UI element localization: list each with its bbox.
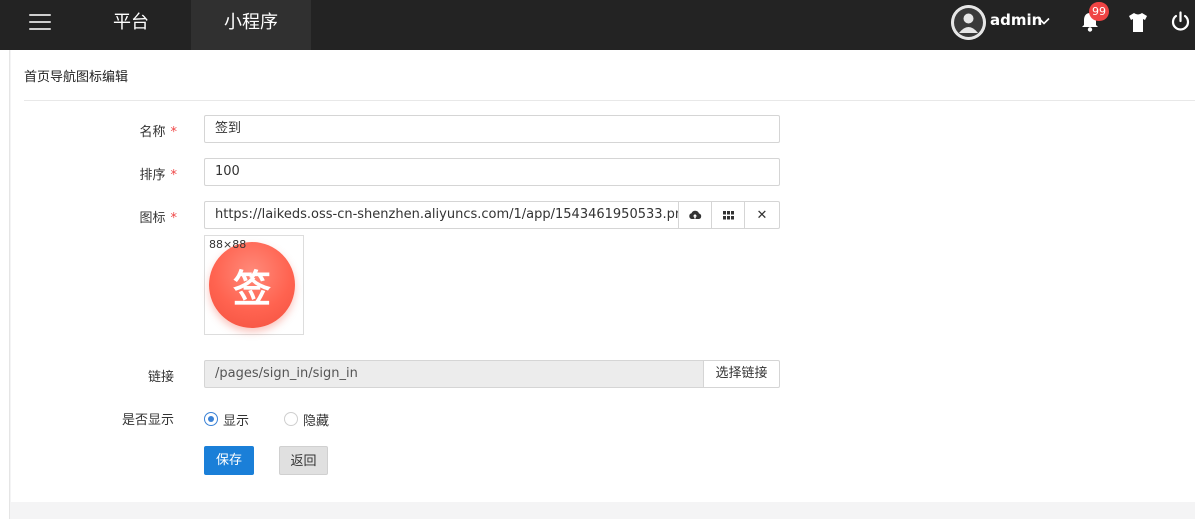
preview-glyph: 签 [232, 266, 271, 311]
sign-in-icon: 签 [209, 242, 295, 328]
hamburger-menu-icon[interactable] [29, 14, 51, 32]
notification-badge: 99 [1089, 2, 1109, 21]
top-navbar: 平台 小程序 admin 99 [0, 0, 1195, 50]
required-mark: * [170, 168, 178, 183]
page-title: 首页导航图标编辑 [24, 70, 129, 85]
cloud-upload-icon[interactable] [678, 201, 712, 229]
preview-size-label: 88×88 [209, 238, 247, 251]
save-button[interactable]: 保存 [204, 446, 254, 475]
icon-url-input[interactable]: https://laikeds.oss-cn-shenzhen.aliyuncs… [204, 201, 678, 229]
radio-show[interactable]: 显示 [204, 410, 250, 429]
icon-preview: 签 88×88 [204, 235, 304, 335]
icon-label: 图标 * [139, 211, 178, 226]
edit-panel: 首页导航图标编辑 名称 * 签到 排序 * 100 图标 * https://laik… [11, 50, 1195, 502]
radio-show-label: 显示 [223, 413, 250, 429]
name-label: 名称 * [139, 125, 178, 140]
name-input[interactable]: 签到 [204, 115, 780, 143]
close-icon[interactable]: ✕ [744, 201, 780, 229]
divider [24, 100, 1195, 101]
sort-label: 排序 * [139, 168, 178, 183]
tab-mini-program[interactable]: 小程序 [191, 0, 311, 50]
sort-input[interactable]: 100 [204, 158, 780, 186]
link-label: 链接 [147, 370, 174, 385]
power-icon[interactable] [1170, 11, 1191, 32]
required-mark: * [170, 211, 178, 226]
grid-icon[interactable] [711, 201, 745, 229]
radio-hide[interactable]: 隐藏 [284, 410, 330, 429]
sidebar-collapsed [0, 50, 10, 519]
choose-link-button[interactable]: 选择链接 [703, 360, 780, 388]
required-mark: * [170, 125, 178, 140]
radio-dot [204, 412, 218, 426]
back-button[interactable]: 返回 [279, 446, 328, 475]
user-avatar-icon[interactable] [951, 5, 986, 40]
tab-platform[interactable]: 平台 [81, 0, 181, 50]
radio-dot [284, 412, 298, 426]
radio-hide-label: 隐藏 [303, 413, 330, 429]
display-label: 是否显示 [121, 413, 174, 428]
user-name[interactable]: admin [990, 11, 1042, 29]
chevron-down-icon[interactable] [1037, 14, 1051, 28]
tshirt-icon[interactable] [1128, 12, 1148, 33]
link-input: /pages/sign_in/sign_in [204, 360, 704, 388]
